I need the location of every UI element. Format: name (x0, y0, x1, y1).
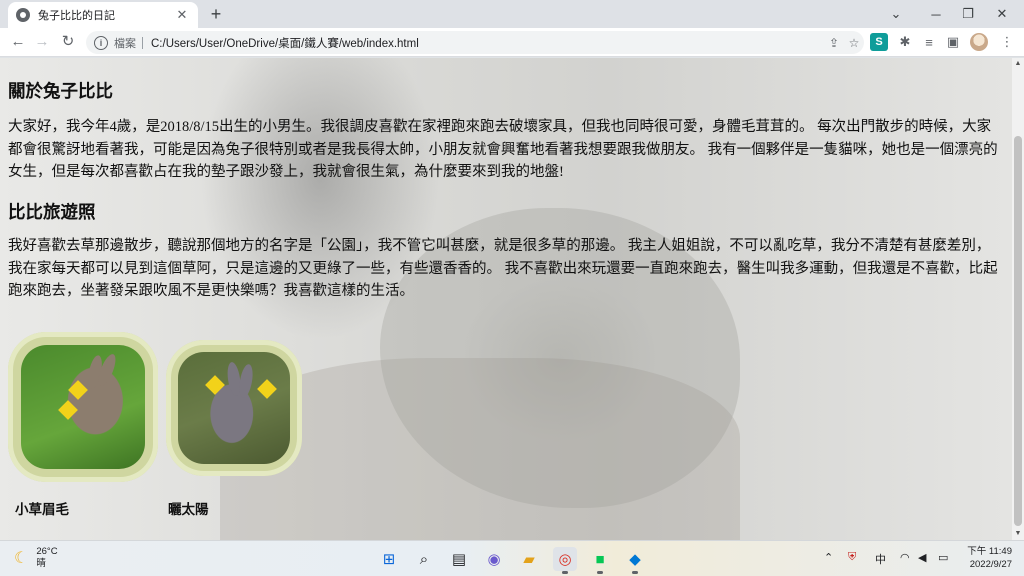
back-button[interactable]: ← (8, 32, 28, 52)
browser-tab[interactable]: 兔子比比的日記 ✕ (8, 2, 198, 28)
bookmark-star-icon[interactable]: ☆ (844, 36, 864, 50)
line-app-icon[interactable]: ■ (588, 547, 612, 574)
about-heading: 關於兔子比比 (8, 82, 113, 102)
running-indicator (562, 571, 568, 574)
chrome-icon[interactable]: ◎ (553, 547, 577, 574)
tab-search-icon[interactable]: ⌄ (876, 0, 916, 28)
bunny-ear (237, 363, 255, 399)
task-view-icon[interactable]: ▤ (447, 547, 471, 571)
profile-avatar[interactable] (970, 33, 988, 51)
address-scheme-label: 檔案 (114, 37, 136, 50)
globe-icon (16, 8, 30, 22)
windows-taskbar: ☾ 26°C 晴 ⊞ ⌕ ▤ ◉ ▰ ◎ ■ ◆ ⌃ ⛨ 中 ◠ ◀ ▭ 下午 … (0, 540, 1024, 576)
new-tab-button[interactable]: + (206, 4, 226, 24)
address-divider (142, 36, 143, 49)
security-alert-icon[interactable]: ⛨ (848, 551, 856, 564)
flower-decoration (58, 400, 78, 420)
info-icon[interactable]: i (94, 35, 108, 50)
photos-paragraph: 我好喜歡去草那邊散步，聽說那個地方的名字是「公園」，我不管它叫甚麼，就是很多草的… (8, 238, 998, 299)
running-indicator (632, 571, 638, 574)
reading-list-icon[interactable]: ≡ (920, 33, 938, 51)
battery-icon[interactable]: ▭ (938, 551, 948, 564)
forward-button[interactable]: → (32, 32, 52, 52)
flower-decoration (205, 375, 225, 395)
show-hidden-icons-icon[interactable]: ⌃ (824, 551, 833, 564)
running-indicator (597, 571, 603, 574)
weather-text: 晴 (36, 558, 46, 569)
temperature-text: 26°C (36, 546, 58, 557)
file-explorer-icon[interactable]: ▰ (517, 547, 541, 571)
about-paragraph: 大家好，我今年4歲，是2018/8/15出生的小男生。我很調皮喜歡在家裡跑來跑去… (8, 119, 998, 180)
close-window-button[interactable]: ✕ (982, 0, 1022, 28)
share-icon[interactable]: ⇪ (824, 36, 844, 50)
tab-title: 兔子比比的日記 (38, 10, 115, 22)
windows-start-icon[interactable]: ⊞ (377, 547, 401, 571)
system-clock[interactable]: 下午 11:49 2022/9/27 (962, 545, 1012, 571)
weather-widget[interactable]: ☾ 26°C 晴 (14, 546, 58, 570)
page-scrollbar[interactable]: ▲ ▼ (1012, 58, 1024, 540)
reload-button[interactable]: ↻ (58, 32, 78, 52)
volume-icon[interactable]: ◀ (918, 551, 926, 564)
flower-decoration (68, 380, 88, 400)
moon-icon: ☾ (14, 550, 29, 567)
address-bar[interactable]: i 檔案 C:/Users/User/OneDrive/桌面/鐵人賽/web/i… (86, 31, 864, 54)
scroll-down-icon[interactable]: ▼ (1012, 528, 1024, 540)
menu-kebab-icon[interactable]: ⋮ (998, 33, 1016, 51)
scrollbar-thumb[interactable] (1014, 136, 1022, 526)
page-viewport: 關於兔子比比 大家好，我今年4歲，是2018/8/15出生的小男生。我很調皮喜歡… (0, 58, 1012, 540)
flower-decoration (257, 379, 277, 399)
ime-indicator[interactable]: 中 (875, 551, 886, 567)
clock-time: 下午 11:49 (967, 546, 1012, 557)
bunny-photo-sunbathing (178, 352, 290, 464)
photos-heading: 比比旅遊照 (8, 203, 96, 223)
photo-frame-grass-eyebrow (8, 332, 158, 482)
photo-frame-sunbathing (166, 340, 302, 476)
tab-strip: 兔子比比的日記 ✕ + ⌄ ─ ❐ ✕ (0, 0, 1024, 28)
vscode-icon[interactable]: ◆ (623, 547, 647, 574)
extensions-puzzle-icon[interactable]: ✱ (896, 33, 914, 51)
scroll-up-icon[interactable]: ▲ (1012, 58, 1024, 70)
close-tab-icon[interactable]: ✕ (174, 7, 190, 23)
url-text[interactable]: C:/Users/User/OneDrive/桌面/鐵人賽/web/index.… (151, 35, 824, 51)
wifi-icon[interactable]: ◠ (900, 551, 910, 564)
side-panel-icon[interactable]: ▣ (944, 33, 962, 51)
bunny-photo-grass-eyebrow (21, 345, 145, 469)
clock-date: 2022/9/27 (969, 559, 1012, 570)
photo-caption: 曬太陽 (168, 502, 209, 518)
extension-s-icon[interactable]: S (870, 33, 888, 51)
search-icon[interactable]: ⌕ (412, 547, 436, 571)
photo-caption: 小草眉毛 (15, 502, 69, 518)
teams-chat-icon[interactable]: ◉ (482, 547, 506, 571)
browser-toolbar: ← → ↻ i 檔案 C:/Users/User/OneDrive/桌面/鐵人賽… (0, 28, 1024, 57)
